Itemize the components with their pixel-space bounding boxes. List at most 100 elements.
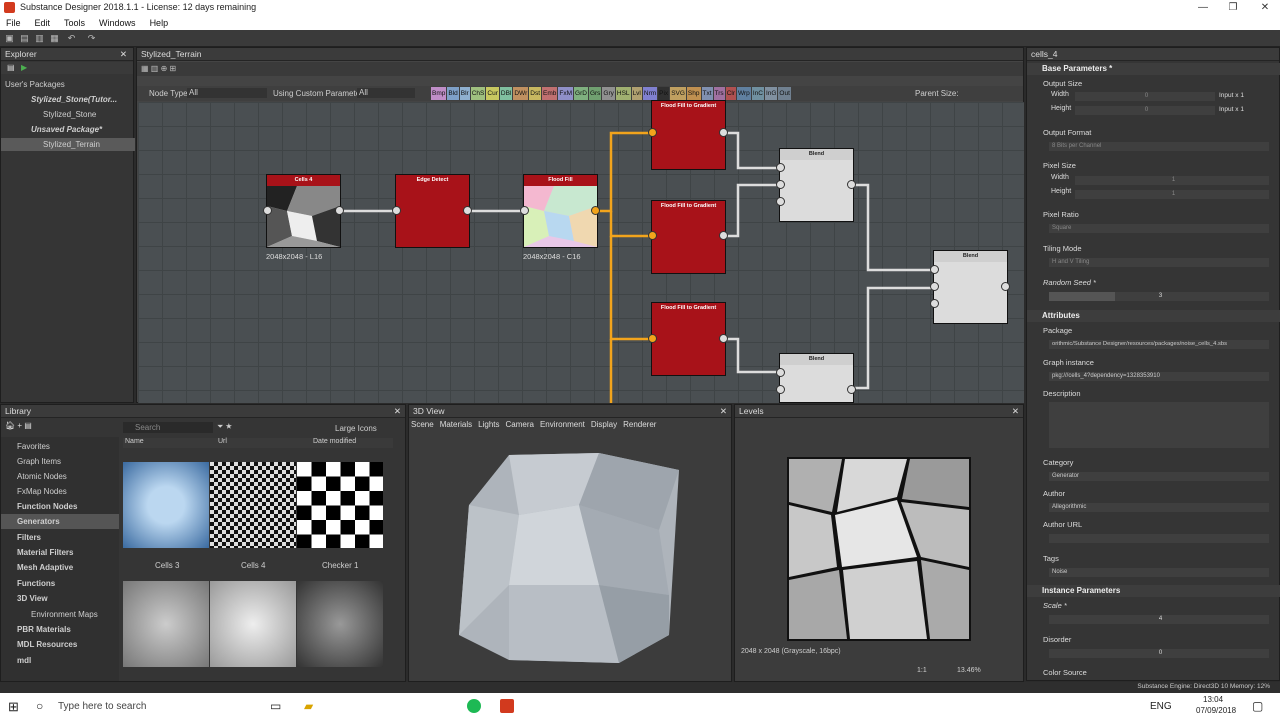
filter-chip-dwr[interactable]: DWr bbox=[513, 87, 529, 100]
thumb-cells3[interactable] bbox=[123, 462, 209, 548]
col-url[interactable]: Url bbox=[218, 438, 313, 448]
cat-material-filters[interactable]: Material Filters bbox=[1, 545, 119, 560]
port[interactable] bbox=[648, 231, 657, 240]
port[interactable] bbox=[648, 128, 657, 137]
thumb-clouds1[interactable] bbox=[123, 581, 209, 667]
filter-chip-ing[interactable]: InG bbox=[764, 87, 778, 100]
filter-chip-bmp[interactable]: Bmp bbox=[431, 87, 447, 100]
start-icon[interactable]: ⊞ bbox=[8, 699, 19, 715]
graph-instance-field[interactable]: pkg:///cells_4?dependency=1328353910 bbox=[1049, 372, 1269, 381]
filter-chip-hsl[interactable]: HSL bbox=[615, 87, 631, 100]
filter-chip-out[interactable]: Out bbox=[778, 87, 791, 100]
levels-zoom[interactable]: 13.46% bbox=[957, 667, 981, 674]
cat-generators[interactable]: Generators bbox=[1, 514, 119, 529]
cat-atomic-nodes[interactable]: Atomic Nodes bbox=[1, 469, 119, 484]
texture-preview[interactable] bbox=[787, 457, 971, 641]
cat-mdl[interactable]: mdl bbox=[1, 653, 119, 668]
output-width-field[interactable]: 0 bbox=[1075, 92, 1215, 101]
filter-chip-svg[interactable]: SVG bbox=[670, 87, 686, 100]
explorer-item-graph2[interactable]: Stylized_Terrain bbox=[1, 138, 135, 151]
port[interactable] bbox=[719, 231, 728, 240]
levels-ratio[interactable]: 1:1 bbox=[917, 667, 927, 674]
cat-function-nodes[interactable]: Function Nodes bbox=[1, 499, 119, 514]
cat-favorites[interactable]: Favorites bbox=[1, 439, 119, 454]
notifications-icon[interactable]: ▢ bbox=[1252, 699, 1263, 713]
node-ffg-2[interactable]: Flood Fill to Gradient bbox=[651, 200, 726, 274]
scale-slider[interactable]: 4 bbox=[1049, 615, 1269, 624]
col-date[interactable]: Date modified bbox=[313, 438, 356, 448]
menu-materials[interactable]: Materials bbox=[440, 420, 472, 429]
undo-icon[interactable]: ↶ bbox=[66, 33, 77, 43]
levels-close-icon[interactable]: ✕ bbox=[1012, 405, 1019, 418]
port[interactable] bbox=[930, 265, 939, 274]
language-indicator[interactable]: ENG bbox=[1150, 701, 1172, 712]
attributes-section[interactable]: Attributes bbox=[1027, 310, 1280, 322]
explorer-item-package2[interactable]: Unsaved Package* bbox=[1, 123, 135, 136]
filter-chip-cur[interactable]: Cur bbox=[486, 87, 499, 100]
filter-chip-trs[interactable]: Trs bbox=[713, 87, 725, 100]
graph-tools-icon[interactable]: ▦ ▥ ⊕ ⊞ bbox=[141, 64, 176, 73]
filter-chip-grs[interactable]: Grs bbox=[588, 87, 602, 100]
minimize-icon[interactable]: — bbox=[1188, 0, 1218, 15]
menu-camera[interactable]: Camera bbox=[506, 420, 534, 429]
filter-chip-chs[interactable]: ChS bbox=[470, 87, 486, 100]
cat-environment-maps[interactable]: Environment Maps bbox=[1, 607, 119, 622]
taskbar-search-input[interactable]: Type here to search bbox=[58, 701, 146, 712]
instance-parameters-section[interactable]: Instance Parameters bbox=[1027, 585, 1280, 597]
port[interactable] bbox=[392, 206, 401, 215]
graph-tab-label[interactable]: Stylized_Terrain bbox=[141, 49, 201, 59]
pixel-height-field[interactable]: 1 bbox=[1075, 190, 1269, 199]
substance-taskbar-icon[interactable] bbox=[500, 699, 514, 713]
3d-viewport[interactable] bbox=[449, 445, 689, 670]
filter-chip-bld[interactable]: Bld bbox=[447, 87, 459, 100]
author-field[interactable]: Allegorithmic bbox=[1049, 503, 1269, 512]
filter-chip-gry[interactable]: Gry bbox=[602, 87, 615, 100]
output-format-field[interactable]: 8 Bits per Channel bbox=[1049, 142, 1269, 151]
thumb-checker1[interactable] bbox=[297, 462, 383, 548]
menu-tools[interactable]: Tools bbox=[64, 18, 85, 28]
port[interactable] bbox=[776, 180, 785, 189]
cat-pbr-materials[interactable]: PBR Materials bbox=[1, 622, 119, 637]
port[interactable] bbox=[463, 206, 472, 215]
clock-date[interactable]: 07/09/2018 bbox=[1196, 706, 1236, 715]
port[interactable] bbox=[847, 180, 856, 189]
filter-chip-nrm[interactable]: Nrm bbox=[642, 87, 658, 100]
output-height-mode[interactable]: Input x 1 bbox=[1219, 106, 1244, 113]
filter-icon[interactable]: ⏷ ★ bbox=[217, 422, 232, 432]
node-blend-2[interactable]: Blend bbox=[933, 250, 1008, 324]
filter-chip-emb[interactable]: Emb bbox=[542, 87, 558, 100]
port[interactable] bbox=[1001, 282, 1010, 291]
run-icon[interactable]: ▶ bbox=[21, 63, 27, 72]
filter-chip-grd[interactable]: GrD bbox=[574, 87, 588, 100]
port[interactable] bbox=[847, 385, 856, 394]
package-field[interactable]: orithmic/Substance Designer/resources/pa… bbox=[1049, 340, 1269, 349]
menu-lights[interactable]: Lights bbox=[478, 420, 499, 429]
new-package-icon[interactable]: ▤ bbox=[7, 63, 15, 72]
port[interactable] bbox=[776, 385, 785, 394]
cat-functions[interactable]: Functions bbox=[1, 576, 119, 591]
menu-renderer[interactable]: Renderer bbox=[623, 420, 656, 429]
port[interactable] bbox=[719, 334, 728, 343]
tags-field[interactable]: Noise bbox=[1049, 568, 1269, 577]
menu-display[interactable]: Display bbox=[591, 420, 617, 429]
menu-help[interactable]: Help bbox=[150, 18, 169, 28]
node-blend-1[interactable]: Blend bbox=[779, 148, 854, 222]
port[interactable] bbox=[263, 206, 272, 215]
port[interactable] bbox=[335, 206, 344, 215]
pixel-width-field[interactable]: 1 bbox=[1075, 176, 1269, 185]
new-icon[interactable]: ▣ bbox=[4, 33, 15, 43]
thumb-cells4[interactable] bbox=[210, 462, 296, 548]
explorer-item-package1[interactable]: Stylized_Stone(Tutor... bbox=[1, 93, 135, 106]
filter-chip-clr[interactable]: Clr bbox=[725, 87, 736, 100]
output-height-field[interactable]: 0 bbox=[1075, 106, 1215, 115]
file-explorer-icon[interactable]: ▰ bbox=[304, 699, 313, 713]
cat-mdl-resources[interactable]: MDL Resources bbox=[1, 637, 119, 652]
library-search-input[interactable]: Search bbox=[123, 422, 213, 433]
node-blend-3[interactable]: Blend bbox=[779, 353, 854, 403]
cat-mesh-adaptive[interactable]: Mesh Adaptive bbox=[1, 560, 119, 575]
col-name[interactable]: Name bbox=[123, 438, 218, 448]
menu-scene[interactable]: Scene bbox=[411, 420, 434, 429]
view-mode-select[interactable]: Large Icons bbox=[335, 424, 377, 433]
library-close-icon[interactable]: ✕ bbox=[394, 405, 401, 418]
graph-canvas[interactable]: Cells 4 2048x2048 - L16 Edge Detect Floo… bbox=[138, 100, 1024, 403]
